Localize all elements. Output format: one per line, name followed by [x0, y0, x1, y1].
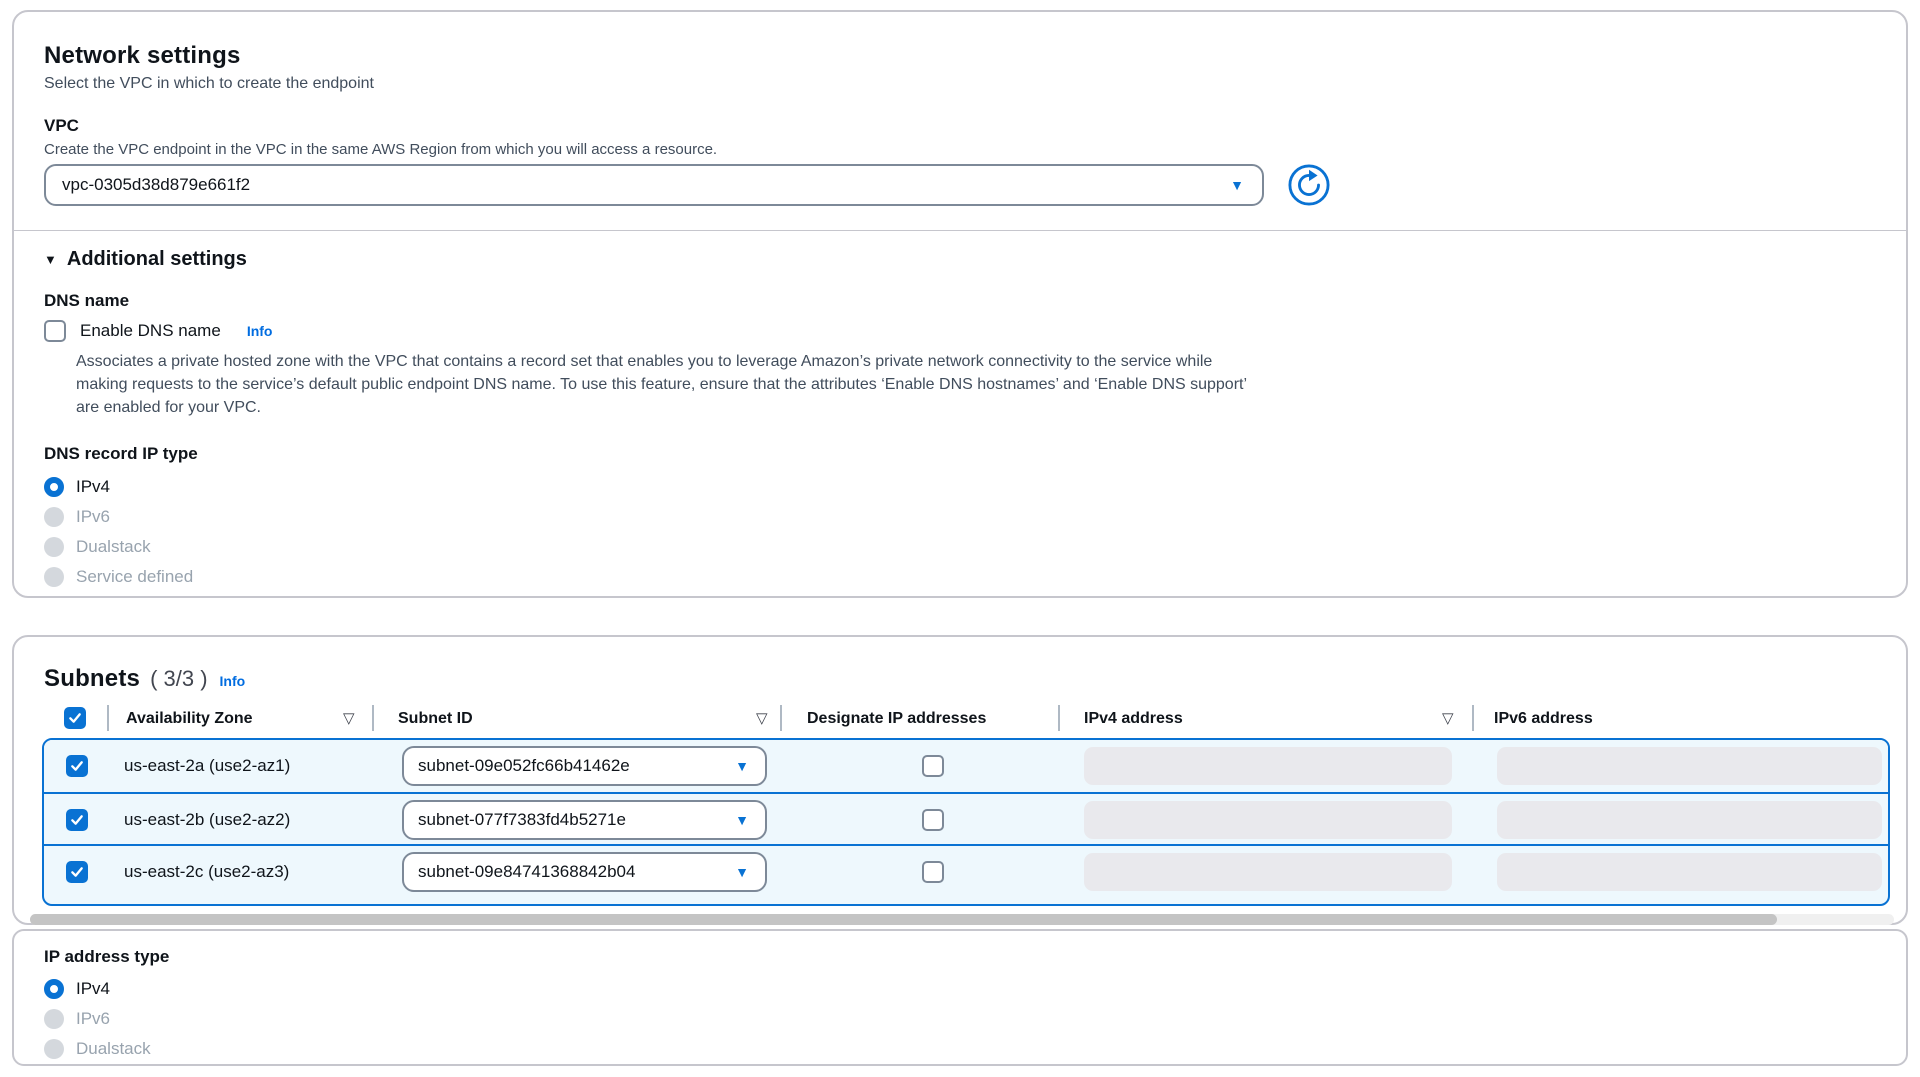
- subnet-id-select[interactable]: subnet-09e84741368842b04 ▼: [402, 852, 767, 892]
- radio-disabled-icon: [44, 507, 64, 527]
- column-divider: [1058, 705, 1060, 731]
- subnet-id-select-value: subnet-077f7383fd4b5271e: [418, 810, 626, 830]
- ip-address-type-label: IP address type: [44, 947, 169, 967]
- subnet-id-select[interactable]: subnet-077f7383fd4b5271e ▼: [402, 800, 767, 840]
- table-row: us-east-2c (use2-az3) subnet-09e84741368…: [44, 844, 1888, 896]
- column-divider: [107, 705, 109, 731]
- table-row: us-east-2a (use2-az1) subnet-09e052fc66b…: [44, 740, 1888, 792]
- radio-option-ipv6: IPv6: [44, 1009, 151, 1029]
- column-header-designate-ip: Designate IP addresses: [807, 710, 986, 728]
- radio-selected-icon: [44, 979, 64, 999]
- select-all-checkbox[interactable]: [64, 707, 86, 729]
- subnets-table-body: us-east-2a (use2-az1) subnet-09e052fc66b…: [42, 738, 1890, 906]
- radio-disabled-icon: [44, 1009, 64, 1029]
- network-settings-card: Network settings Select the VPC in which…: [12, 10, 1908, 598]
- sort-icon-subnet-id[interactable]: ▽: [756, 709, 768, 727]
- dns-name-info-link[interactable]: Info: [247, 323, 273, 339]
- refresh-button[interactable]: [1288, 164, 1330, 206]
- subnets-info-link[interactable]: Info: [220, 673, 246, 689]
- designate-ip-checkbox[interactable]: [922, 809, 944, 831]
- subnets-count: ( 3/3 ): [150, 666, 207, 692]
- enable-dns-name-label: Enable DNS name: [80, 321, 221, 341]
- subnet-id-select[interactable]: subnet-09e052fc66b41462e ▼: [402, 746, 767, 786]
- dns-name-label: DNS name: [44, 291, 129, 311]
- network-settings-subtitle: Select the VPC in which to create the en…: [44, 75, 374, 93]
- subnet-id-select-value: subnet-09e052fc66b41462e: [418, 756, 630, 776]
- chevron-down-icon: ▼: [1230, 178, 1244, 192]
- radio-disabled-icon: [44, 1039, 64, 1059]
- sort-icon-availability-zone[interactable]: ▽: [343, 709, 355, 727]
- refresh-icon: [1288, 164, 1330, 206]
- ipv4-address-input: [1084, 853, 1452, 891]
- vpc-description: Create the VPC endpoint in the VPC in th…: [44, 141, 717, 158]
- designate-ip-checkbox[interactable]: [922, 861, 944, 883]
- subnets-title: Subnets: [44, 665, 140, 693]
- designate-ip-checkbox[interactable]: [922, 755, 944, 777]
- availability-zone-cell: us-east-2c (use2-az3): [124, 862, 289, 882]
- vpc-select-value: vpc-0305d38d879e661f2: [62, 175, 250, 195]
- network-settings-title: Network settings: [44, 42, 241, 70]
- subnet-id-select-value: subnet-09e84741368842b04: [418, 862, 635, 882]
- additional-settings-expander[interactable]: ▼ Additional settings: [44, 248, 247, 271]
- column-header-subnet-id: Subnet ID: [398, 710, 473, 728]
- check-icon: [69, 812, 85, 828]
- dns-name-description: Associates a private hosted zone with th…: [76, 350, 1256, 419]
- check-icon: [69, 864, 85, 880]
- column-divider: [372, 705, 374, 731]
- availability-zone-cell: us-east-2b (use2-az2): [124, 810, 290, 830]
- ip-address-type-radio-group: IPv4 IPv6 Dualstack: [44, 979, 151, 1069]
- chevron-down-icon: ▼: [735, 813, 749, 827]
- check-icon: [67, 710, 83, 726]
- chevron-down-icon: ▼: [735, 865, 749, 879]
- radio-selected-icon: [44, 477, 64, 497]
- additional-settings-title: Additional settings: [67, 248, 247, 271]
- column-header-ipv6-address: IPv6 address: [1494, 710, 1593, 728]
- row-checkbox[interactable]: [66, 755, 88, 777]
- section-divider: [14, 230, 1906, 231]
- check-icon: [69, 758, 85, 774]
- chevron-down-icon: ▼: [735, 759, 749, 773]
- radio-option-ipv4[interactable]: IPv4: [44, 979, 151, 999]
- radio-disabled-icon: [44, 567, 64, 587]
- vpc-label: VPC: [44, 116, 79, 136]
- radio-option-dualstack: Dualstack: [44, 1039, 151, 1059]
- column-divider: [780, 705, 782, 731]
- dns-record-ip-type-radio-group: IPv4 IPv6 Dualstack Service defined: [44, 477, 193, 597]
- ipv6-address-input: [1497, 747, 1882, 785]
- radio-option-dualstack: Dualstack: [44, 537, 193, 557]
- expander-caret-icon: ▼: [44, 252, 57, 267]
- subnets-card: Subnets ( 3/3 ) Info Availability Zone ▽…: [12, 635, 1908, 925]
- ip-address-type-card: IP address type IPv4 IPv6 Dualstack: [12, 929, 1908, 1066]
- ipv6-address-input: [1497, 853, 1882, 891]
- ipv4-address-input: [1084, 801, 1452, 839]
- radio-option-ipv6: IPv6: [44, 507, 193, 527]
- horizontal-scrollbar-track: [30, 914, 1894, 925]
- sort-icon-ipv4-address[interactable]: ▽: [1442, 709, 1454, 727]
- ipv6-address-input: [1497, 801, 1882, 839]
- vpc-select[interactable]: vpc-0305d38d879e661f2 ▼: [44, 164, 1264, 206]
- enable-dns-name-checkbox[interactable]: [44, 320, 66, 342]
- table-row: us-east-2b (use2-az2) subnet-077f7383fd4…: [44, 792, 1888, 844]
- radio-option-service-defined: Service defined: [44, 567, 193, 587]
- column-header-ipv4-address: IPv4 address: [1084, 710, 1183, 728]
- horizontal-scrollbar-thumb[interactable]: [30, 914, 1777, 925]
- column-divider: [1472, 705, 1474, 731]
- row-checkbox[interactable]: [66, 861, 88, 883]
- dns-record-ip-type-label: DNS record IP type: [44, 444, 198, 464]
- radio-option-ipv4[interactable]: IPv4: [44, 477, 193, 497]
- ipv4-address-input: [1084, 747, 1452, 785]
- availability-zone-cell: us-east-2a (use2-az1): [124, 756, 290, 776]
- radio-disabled-icon: [44, 537, 64, 557]
- column-header-availability-zone: Availability Zone: [126, 710, 253, 728]
- row-checkbox[interactable]: [66, 809, 88, 831]
